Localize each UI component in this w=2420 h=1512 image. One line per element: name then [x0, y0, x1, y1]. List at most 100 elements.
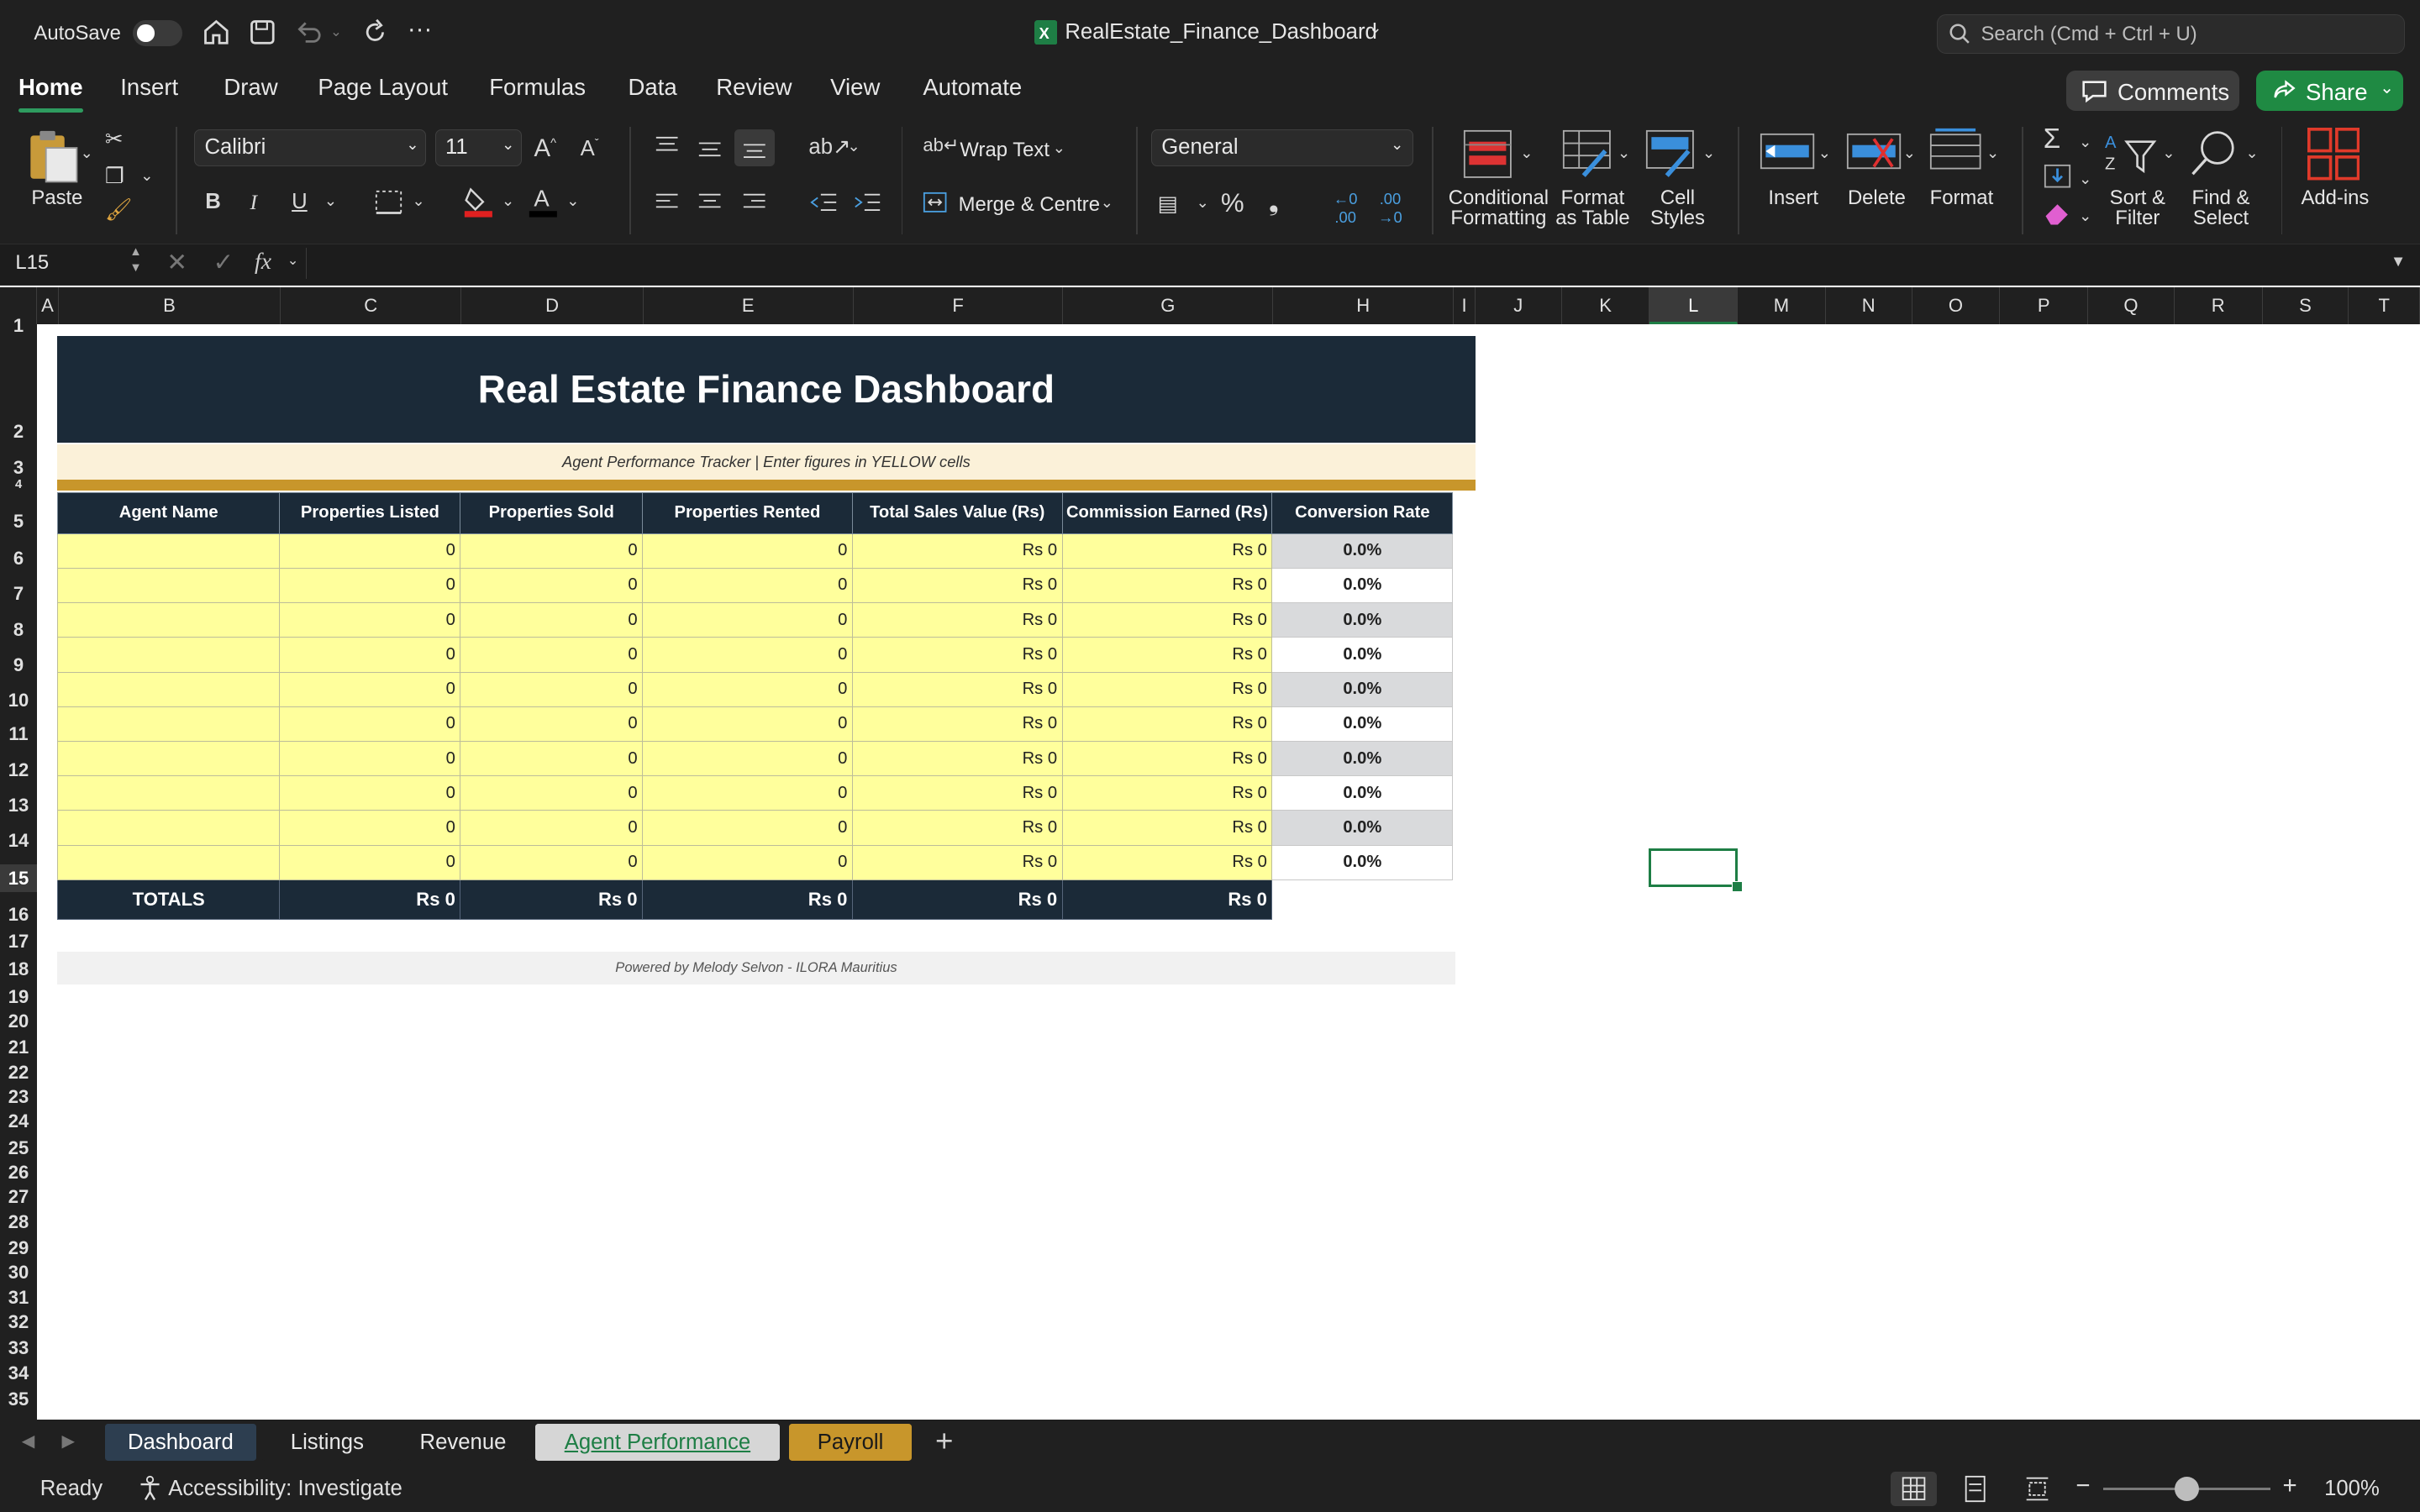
paste-icon[interactable]: [24, 129, 86, 185]
delete-cells-icon[interactable]: [1846, 133, 1902, 173]
properties-sold-cell[interactable]: 0: [460, 637, 644, 673]
conversion-rate-cell[interactable]: 0.0%: [1271, 706, 1454, 742]
row-header[interactable]: 35: [0, 1389, 37, 1410]
properties-listed-cell[interactable]: 0: [279, 602, 461, 638]
insert-cells-chevron-icon[interactable]: ⌄: [1818, 144, 1831, 162]
align-top-icon[interactable]: [655, 136, 679, 158]
properties-sold-cell[interactable]: 0: [460, 671, 644, 707]
format-cells-chevron-icon[interactable]: ⌄: [1986, 144, 1999, 162]
sheet-footer-credit[interactable]: Powered by Melody Selvon - ILORA Mauriti…: [56, 952, 1455, 984]
agent-name-cell[interactable]: [56, 602, 281, 638]
total-sales-cell[interactable]: Rs 0: [851, 706, 1063, 742]
row-header[interactable]: 6: [0, 548, 37, 570]
format-as-table-icon[interactable]: [1562, 129, 1612, 179]
commission-cell[interactable]: Rs 0: [1061, 775, 1273, 811]
add-ins-icon[interactable]: [2307, 128, 2360, 181]
total-sales-value-cell[interactable]: Rs 0: [851, 879, 1063, 920]
delete-cells-chevron-icon[interactable]: ⌄: [1903, 144, 1916, 162]
agent-name-cell[interactable]: [56, 671, 281, 707]
accessibility-icon[interactable]: [136, 1475, 164, 1503]
properties-listed-cell[interactable]: 0: [279, 810, 461, 846]
active-cell-selection[interactable]: [1648, 848, 1739, 888]
row-header[interactable]: 9: [0, 654, 37, 676]
commission-cell[interactable]: Rs 0: [1061, 637, 1273, 673]
find-select-chevron-icon[interactable]: ⌄: [2245, 144, 2258, 162]
wrap-text-chevron-down-icon[interactable]: ⌄: [1053, 139, 1065, 157]
row-header[interactable]: 21: [0, 1037, 37, 1058]
autosave-toggle[interactable]: [132, 19, 182, 47]
conversion-rate-cell[interactable]: 0.0%: [1271, 775, 1454, 811]
column-header-selected[interactable]: L: [1649, 286, 1739, 324]
properties-sold-cell[interactable]: 0: [460, 775, 644, 811]
name-box[interactable]: L15: [15, 251, 49, 275]
commission-cell[interactable]: Rs 0: [1061, 706, 1273, 742]
conversion-rate-cell[interactable]: 0.0%: [1271, 740, 1454, 777]
properties-rented-cell[interactable]: 0: [642, 706, 853, 742]
row-header[interactable]: 4: [0, 478, 37, 491]
column-header[interactable]: T: [2349, 286, 2420, 324]
orientation-chevron-down-icon[interactable]: ⌄: [847, 137, 860, 155]
align-right-icon[interactable]: [742, 192, 766, 213]
column-header[interactable]: N: [1826, 286, 1912, 324]
properties-listed-cell[interactable]: 0: [279, 706, 461, 742]
header-properties-sold[interactable]: Properties Sold: [460, 491, 644, 534]
increase-decimal-icon[interactable]: ←0.00: [1334, 190, 1358, 227]
paste-chevron-down-icon[interactable]: ⌄: [81, 144, 93, 162]
total-sales-cell[interactable]: Rs 0: [851, 637, 1063, 673]
copy-icon[interactable]: ❐: [105, 164, 124, 189]
document-title[interactable]: RealEstate_Finance_Dashboard: [1065, 20, 1377, 45]
row-header[interactable]: 18: [0, 958, 37, 980]
autosum-chevron-icon[interactable]: ⌄: [2079, 133, 2091, 151]
row-header[interactable]: 8: [0, 619, 37, 641]
row-header[interactable]: 14: [0, 830, 37, 852]
clear-chevron-icon[interactable]: ⌄: [2079, 207, 2091, 225]
tab-insert[interactable]: Insert: [120, 74, 178, 101]
row-header[interactable]: 20: [0, 1011, 37, 1032]
properties-rented-cell[interactable]: 0: [642, 844, 853, 880]
tab-formulas[interactable]: Formulas: [489, 74, 586, 101]
sort-filter-icon[interactable]: AZ: [2105, 129, 2160, 179]
conversion-rate-cell[interactable]: 0.0%: [1271, 567, 1454, 604]
properties-listed-cell[interactable]: 0: [279, 740, 461, 777]
agent-name-cell[interactable]: [56, 567, 281, 604]
column-header[interactable]: Q: [2088, 286, 2175, 324]
row-header[interactable]: 11: [0, 723, 37, 745]
properties-listed-cell[interactable]: 0: [279, 533, 461, 569]
scroll-tabs-left-icon[interactable]: ◀: [22, 1431, 35, 1452]
tab-review[interactable]: Review: [716, 74, 792, 101]
accounting-format-icon[interactable]: ▤: [1158, 192, 1178, 217]
conditional-formatting-chevron-icon[interactable]: ⌄: [1520, 144, 1533, 162]
font-size-dropdown[interactable]: 11 ⌄: [434, 129, 522, 167]
accounting-chevron-down-icon[interactable]: ⌄: [1196, 193, 1208, 212]
wrap-text-icon[interactable]: ab↵: [923, 134, 959, 156]
save-icon[interactable]: [247, 17, 278, 48]
row-header[interactable]: 13: [0, 795, 37, 816]
autosum-icon[interactable]: Σ: [2044, 123, 2060, 155]
row-header[interactable]: 27: [0, 1186, 37, 1208]
total-sales-cell[interactable]: Rs 0: [851, 810, 1063, 846]
page-layout-view-icon[interactable]: [1963, 1475, 1987, 1503]
properties-sold-cell[interactable]: 0: [460, 567, 644, 604]
undo-icon[interactable]: [293, 17, 324, 48]
properties-rented-cell[interactable]: 0: [642, 740, 853, 777]
row-header[interactable]: 19: [0, 986, 37, 1008]
redo-icon[interactable]: [360, 17, 391, 48]
properties-sold-cell[interactable]: 0: [460, 706, 644, 742]
increase-font-icon[interactable]: A^: [534, 134, 556, 163]
home-icon[interactable]: [201, 17, 232, 48]
agent-name-cell[interactable]: [56, 844, 281, 880]
tab-home[interactable]: Home: [18, 74, 83, 101]
column-header[interactable]: S: [2263, 286, 2349, 324]
column-header[interactable]: K: [1562, 286, 1650, 324]
commission-cell[interactable]: Rs 0: [1061, 533, 1273, 569]
sheet-tab-listings[interactable]: Listings: [262, 1424, 392, 1462]
formula-input[interactable]: [305, 247, 2375, 279]
tab-page-layout[interactable]: Page Layout: [318, 74, 448, 101]
font-color-chevron-down-icon[interactable]: ⌄: [566, 192, 579, 210]
properties-sold-cell[interactable]: 0: [460, 740, 644, 777]
borders-chevron-down-icon[interactable]: ⌄: [412, 192, 424, 210]
column-header[interactable]: M: [1738, 286, 1826, 324]
properties-listed-cell[interactable]: 0: [279, 671, 461, 707]
sheet-tab-payroll[interactable]: Payroll: [788, 1424, 913, 1462]
row-header[interactable]: 24: [0, 1110, 37, 1132]
